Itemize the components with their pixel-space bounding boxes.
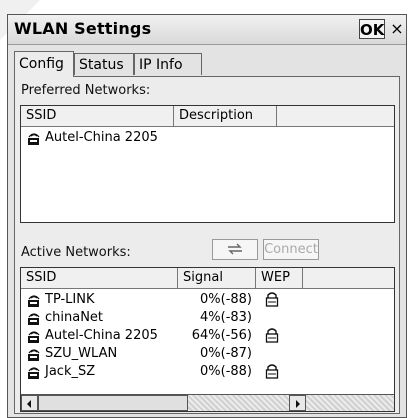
- horizontal-scrollbar[interactable]: [21, 394, 394, 411]
- list-item[interactable]: Jack_SZ 0%(-88): [21, 363, 394, 381]
- wireless-network-icon: [25, 291, 43, 309]
- ssid-cell: Jack_SZ: [45, 364, 96, 379]
- signal-cell: 4%(-83): [200, 310, 252, 325]
- wireless-network-icon: [25, 345, 43, 363]
- connect-button[interactable]: Connect: [263, 239, 319, 260]
- active-networks-label: Active Networks:: [21, 245, 131, 260]
- signal-cell: 0%(-87): [200, 346, 252, 361]
- wireless-network-icon: [25, 129, 43, 147]
- scroll-left-button[interactable]: [21, 395, 38, 411]
- ssid-cell: SZU_WLAN: [45, 346, 118, 361]
- left-arrow-icon: [27, 400, 31, 408]
- config-panel: Preferred Networks: SSID Description Aut…: [14, 76, 400, 414]
- list-item[interactable]: SZU_WLAN 0%(-87): [21, 345, 394, 363]
- wireless-network-icon: [25, 309, 43, 327]
- scroll-right-button[interactable]: [289, 395, 306, 411]
- close-button[interactable]: ×: [389, 19, 405, 39]
- title-bar: WLAN Settings OK ×: [8, 15, 406, 45]
- column-header-wep[interactable]: WEP: [256, 268, 303, 289]
- ssid-cell: Autel-China 2205: [45, 130, 158, 145]
- column-header-description[interactable]: Description: [174, 106, 277, 127]
- column-header-signal[interactable]: Signal: [178, 268, 256, 289]
- column-header-empty: [277, 106, 394, 127]
- ssid-cell: Autel-China 2205: [45, 328, 158, 343]
- window-title: WLAN Settings: [14, 19, 152, 38]
- tab-status[interactable]: Status: [74, 53, 134, 75]
- lock-icon: [265, 291, 279, 307]
- signal-cell: 0%(-88): [200, 292, 252, 307]
- list-item[interactable]: TP-LINK 0%(-88): [21, 291, 394, 309]
- preferred-header-row: SSID Description: [21, 106, 394, 127]
- ok-button[interactable]: OK: [359, 19, 385, 39]
- column-header-ssid[interactable]: SSID: [21, 106, 174, 127]
- refresh-arrows-icon: [228, 243, 242, 255]
- list-item[interactable]: Autel-China 2205: [21, 129, 394, 147]
- wireless-network-icon: [25, 327, 43, 345]
- tab-ip-info[interactable]: IP Info: [134, 53, 202, 75]
- tab-config[interactable]: Config: [14, 51, 74, 77]
- right-arrow-icon: [296, 400, 300, 408]
- wireless-network-icon: [25, 363, 43, 381]
- active-networks-list[interactable]: SSID Signal WEP TP-LINK 0%(-88) chinaNet 4%…: [20, 267, 395, 412]
- preferred-networks-list[interactable]: SSID Description Autel-China 2205: [20, 105, 395, 223]
- lock-icon: [265, 327, 279, 343]
- signal-cell: 64%(-56): [191, 328, 252, 343]
- scroll-thumb[interactable]: [38, 395, 188, 411]
- signal-cell: 0%(-88): [200, 364, 252, 379]
- preferred-networks-label: Preferred Networks:: [21, 83, 151, 98]
- ssid-cell: chinaNet: [45, 310, 104, 325]
- lock-icon: [265, 363, 279, 379]
- active-header-row: SSID Signal WEP: [21, 268, 394, 289]
- column-header-ssid[interactable]: SSID: [21, 268, 178, 289]
- list-item[interactable]: Autel-China 2205 64%(-56): [21, 327, 394, 345]
- ssid-cell: TP-LINK: [45, 292, 95, 307]
- column-header-empty: [303, 268, 394, 289]
- list-item[interactable]: chinaNet 4%(-83): [21, 309, 394, 327]
- wlan-settings-window: WLAN Settings OK × Config Status IP Info…: [7, 14, 407, 418]
- refresh-button[interactable]: [212, 239, 258, 260]
